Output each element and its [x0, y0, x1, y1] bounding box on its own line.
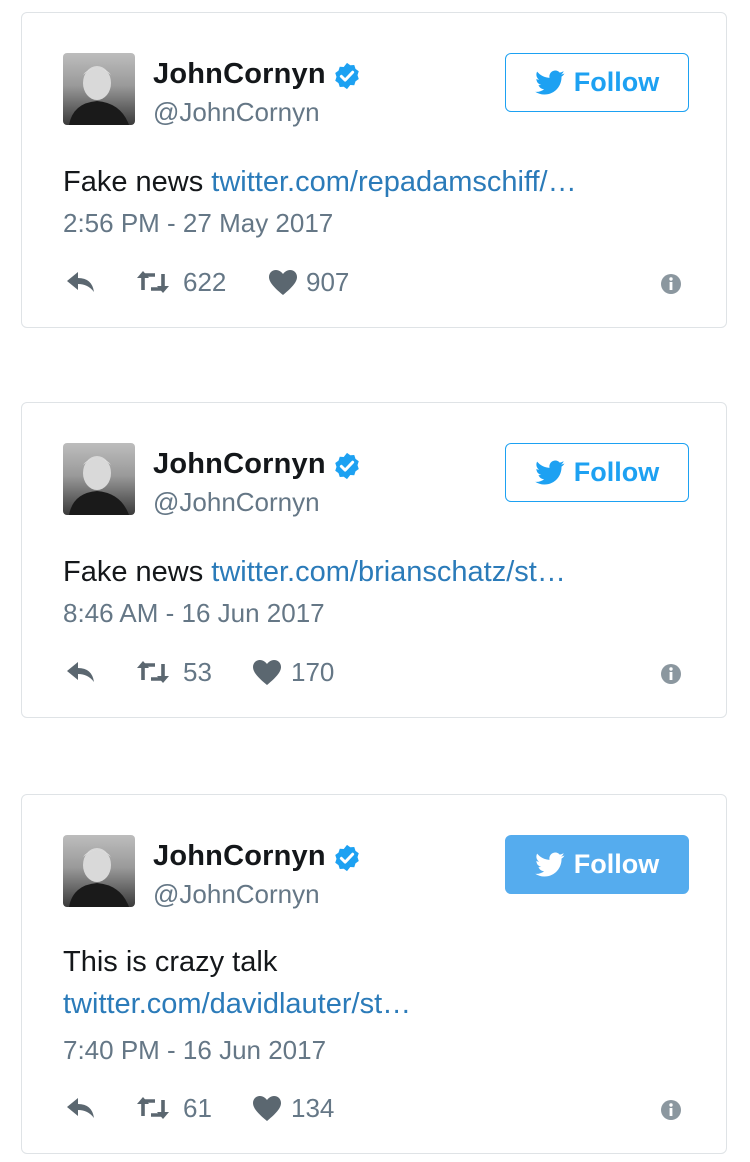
reply-icon[interactable] [66, 270, 96, 294]
twitter-bird-icon [534, 852, 565, 876]
tweet-text: Fake news twitter.com/brianschatz/st… [63, 551, 696, 593]
follow-button[interactable]: Follow [505, 443, 689, 502]
retweet-count: 622 [183, 267, 227, 297]
info-icon[interactable] [660, 273, 682, 295]
verified-badge-icon [335, 844, 359, 872]
avatar[interactable] [63, 53, 135, 125]
tweet-card: JohnCornyn @JohnCornyn Follow Fake news … [21, 402, 727, 718]
info-icon[interactable] [660, 1099, 682, 1121]
twitter-bird-icon [534, 460, 565, 484]
reply-icon[interactable] [66, 1096, 96, 1120]
avatar[interactable] [63, 443, 135, 515]
author-name[interactable]: JohnCornyn [153, 840, 326, 873]
author-name[interactable]: JohnCornyn [153, 448, 326, 481]
like-count: 134 [291, 1093, 335, 1123]
tweet-text-body: Fake news [63, 166, 212, 198]
verified-badge-icon [335, 62, 359, 90]
tweet-timestamp[interactable]: 7:40 PM - 16 Jun 2017 [63, 1035, 326, 1066]
like-count: 170 [291, 657, 335, 687]
tweet-actions: 61 134 [22, 1093, 726, 1127]
retweet-count: 61 [183, 1093, 212, 1123]
follow-label: Follow [573, 67, 660, 97]
tweet-link[interactable]: twitter.com/repadamschiff/… [211, 166, 576, 198]
heart-icon[interactable] [269, 270, 297, 296]
tweet-actions: 622 907 [22, 267, 726, 301]
follow-button[interactable]: Follow [505, 835, 689, 894]
retweet-count: 53 [183, 657, 212, 687]
tweet-timestamp[interactable]: 2:56 PM - 27 May 2017 [63, 208, 333, 239]
tweet-card: JohnCornyn @JohnCornyn Follow Fake news … [21, 12, 727, 328]
author-handle[interactable]: @JohnCornyn [153, 487, 320, 518]
info-icon[interactable] [660, 663, 682, 685]
tweet-actions: 53 170 [22, 657, 726, 691]
tweet-text-body: Fake news [63, 556, 212, 588]
author-handle[interactable]: @JohnCornyn [153, 879, 320, 910]
retweet-icon[interactable] [136, 270, 170, 294]
verified-badge-icon [335, 452, 359, 480]
tweet-link[interactable]: twitter.com/brianschatz/st… [211, 556, 566, 588]
heart-icon[interactable] [253, 1096, 281, 1122]
tweet-text-body: This is crazy talk [63, 946, 278, 978]
follow-label: Follow [573, 849, 660, 879]
tweet-link[interactable]: twitter.com/davidlauter/st… [63, 983, 696, 1025]
author-name[interactable]: JohnCornyn [153, 58, 326, 91]
retweet-icon[interactable] [136, 660, 170, 684]
tweet-text: Fake news twitter.com/repadamschiff/… [63, 161, 696, 203]
author-handle[interactable]: @JohnCornyn [153, 97, 320, 128]
reply-icon[interactable] [66, 660, 96, 684]
follow-label: Follow [573, 457, 660, 487]
follow-button[interactable]: Follow [505, 53, 689, 112]
like-count: 907 [306, 267, 350, 297]
tweet-text: This is crazy talk twitter.com/davidlaut… [63, 941, 696, 1025]
heart-icon[interactable] [253, 660, 281, 686]
retweet-icon[interactable] [136, 1096, 170, 1120]
twitter-bird-icon [534, 70, 565, 94]
avatar[interactable] [63, 835, 135, 907]
tweet-timestamp[interactable]: 8:46 AM - 16 Jun 2017 [63, 598, 325, 629]
tweet-card: JohnCornyn @JohnCornyn Follow This is cr… [21, 794, 727, 1154]
